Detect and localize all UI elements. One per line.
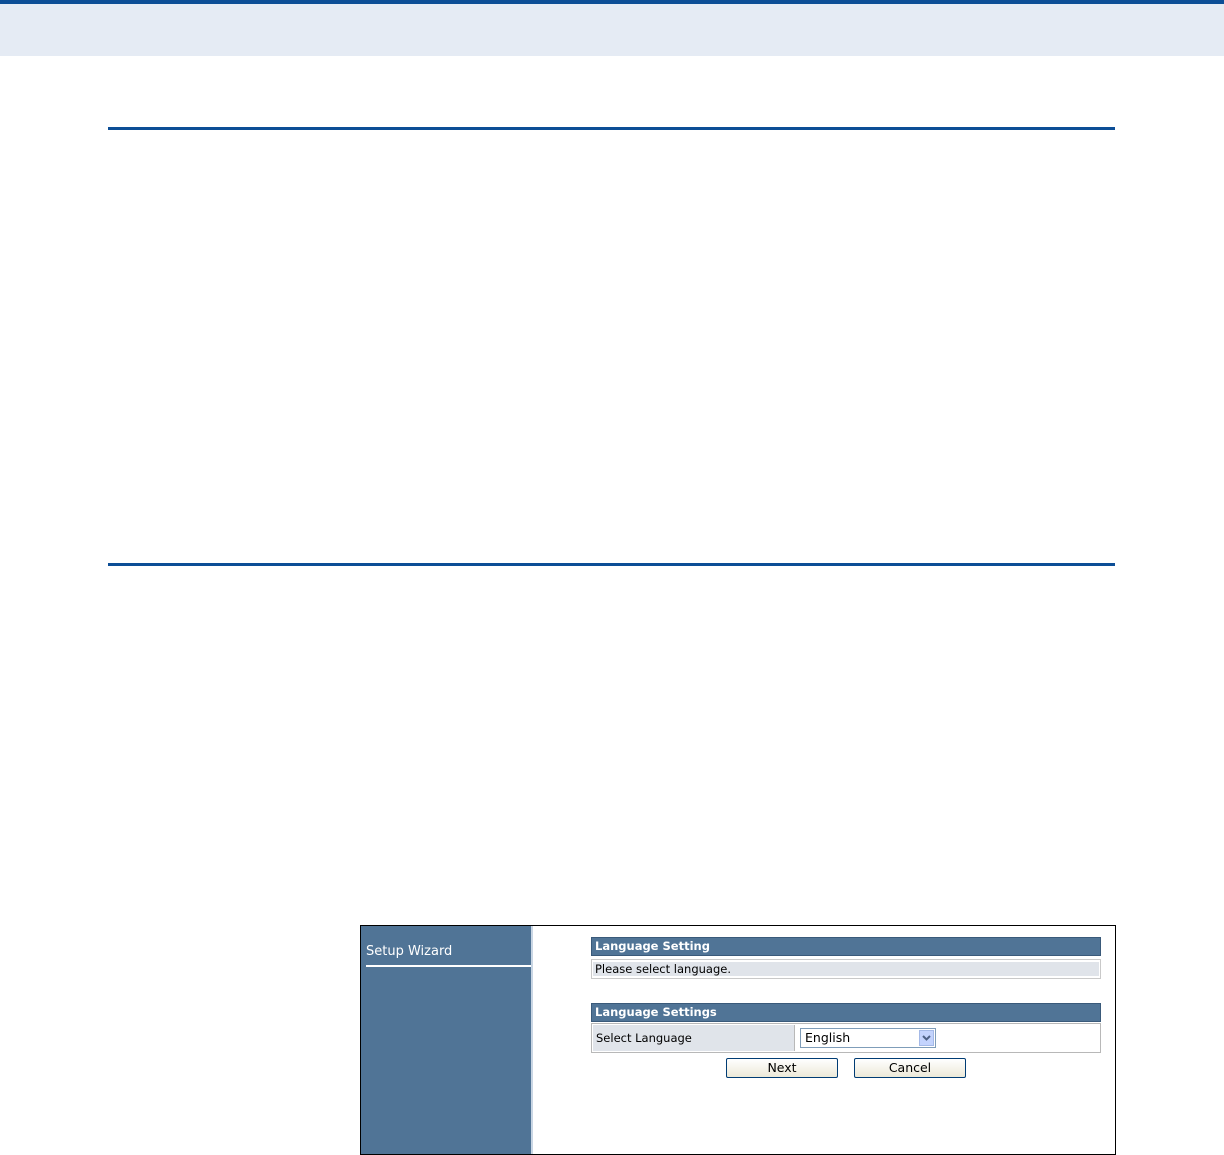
chevron-down-icon[interactable] — [919, 1030, 934, 1046]
language-select-value: English — [805, 1030, 851, 1045]
next-button[interactable]: Next — [726, 1058, 838, 1078]
sidebar-item-setup-wizard[interactable]: Setup Wizard — [366, 944, 452, 959]
language-settings-header: Language Settings — [591, 1003, 1101, 1022]
language-settings-row: Select Language English — [591, 1023, 1101, 1053]
language-select[interactable]: English — [800, 1028, 936, 1048]
wizard-sidebar: Setup Wizard — [361, 926, 531, 1154]
page-header-band — [0, 0, 1224, 56]
cancel-button[interactable]: Cancel — [854, 1058, 966, 1078]
section-divider — [108, 127, 1115, 130]
select-language-label: Select Language — [593, 1025, 795, 1051]
sidebar-edge — [531, 926, 533, 1154]
sidebar-underline — [366, 965, 531, 967]
language-setting-header: Language Setting — [591, 937, 1101, 956]
setup-wizard-screenshot: Setup Wizard Language Setting Please sel… — [360, 925, 1116, 1155]
section-divider — [108, 563, 1115, 566]
language-message: Please select language. — [593, 962, 1099, 976]
language-message-box: Please select language. — [591, 959, 1101, 979]
manual-page: Setup Wizard Language Setting Please sel… — [0, 0, 1224, 1155]
